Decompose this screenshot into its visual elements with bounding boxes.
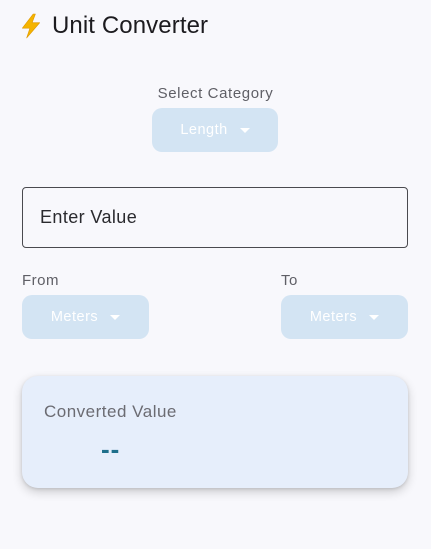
unit-converter-screen: Unit Converter Select Category Length Fr… [0,0,431,549]
to-unit-value: Meters [309,309,358,325]
value-input-field[interactable] [22,187,408,248]
result-card: Converted Value -- [22,376,408,488]
from-unit-dropdown[interactable]: Meters [22,295,149,339]
app-title: Unit Converter [52,12,209,39]
lightning-bolt-icon [22,13,40,39]
from-unit-value: Meters [50,309,99,325]
to-label: To [281,272,298,289]
to-unit-dropdown[interactable]: Meters [281,295,408,339]
dropdown-arrow-icon [239,128,250,133]
from-label: From [22,272,59,289]
dropdown-arrow-icon [369,315,380,320]
category-label: Select Category [157,85,274,102]
result-value: -- [101,434,121,464]
app-header: Unit Converter [18,10,208,42]
dropdown-arrow-icon [110,315,121,320]
category-dropdown[interactable]: Length [152,108,278,152]
category-dropdown-value: Length [180,122,228,138]
result-label: Converted Value [44,402,177,421]
value-input[interactable] [23,188,407,247]
